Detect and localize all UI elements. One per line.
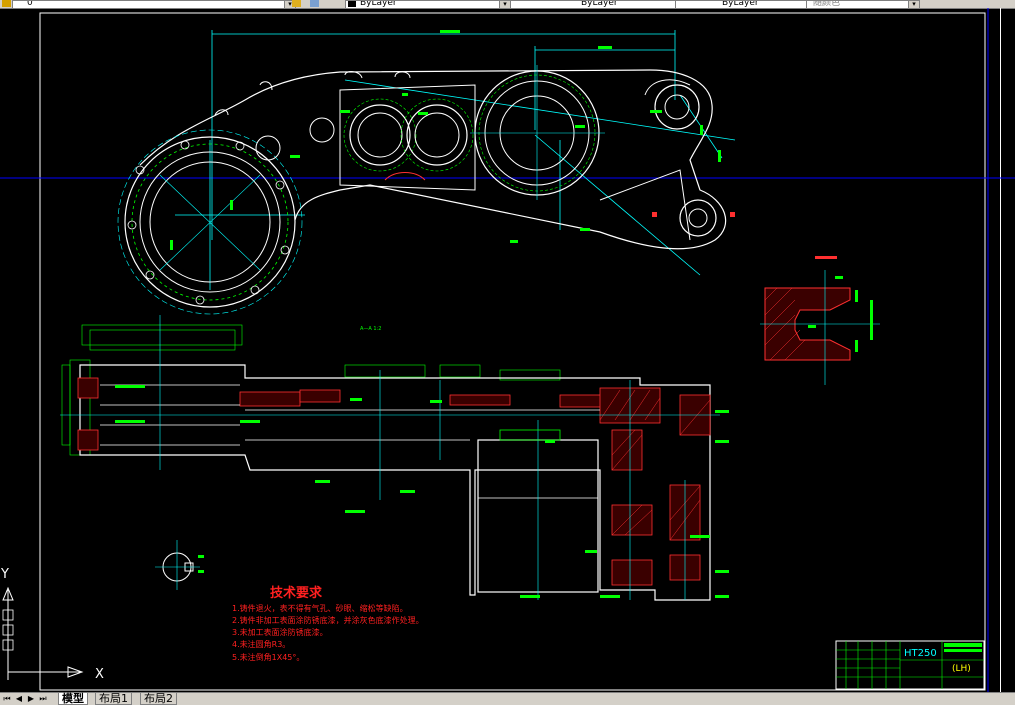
color-swatch-icon — [348, 1, 356, 7]
chevron-down-icon[interactable]: ▾ — [499, 1, 510, 8]
technical-requirements: 技术要求 1.铸件退火，表不得有气孔、砂眼、缩松等缺陷。 2.铸件非加工表面涂防… — [232, 585, 424, 662]
tech-note-4: 4.未注圆角R3。 — [232, 639, 290, 649]
title-block-code: (LH) — [952, 664, 971, 674]
chevron-down-icon[interactable]: ▾ — [908, 1, 919, 8]
first-tab-icon[interactable]: ⏮ — [2, 694, 12, 704]
layer-combo-value: 0 — [27, 0, 33, 8]
tab-model[interactable]: 模型 — [58, 693, 88, 705]
section-view: A—A 1:2 — [60, 315, 729, 601]
prev-tab-icon[interactable]: ◀ — [14, 694, 24, 704]
next-tab-icon[interactable]: ▶ — [26, 694, 36, 704]
color-combo-value: ByLayer — [360, 0, 397, 8]
plan-view — [117, 30, 736, 315]
detail-view — [760, 256, 880, 385]
tech-note-1: 1.铸件退火，表不得有气孔、砂眼、缩松等缺陷。 — [232, 603, 408, 613]
tech-note-2: 2.铸件非加工表面涂防锈底漆，并涂灰色底漆作处理。 — [232, 615, 424, 625]
layer-state-icon[interactable] — [2, 0, 11, 7]
material-label: HT250 — [904, 648, 937, 659]
tech-title: 技术要求 — [270, 585, 323, 601]
model-space-canvas[interactable]: A—A 1:2 技术要求 1.铸件退火，表不得有气孔、砂眼、缩松等缺陷。 2.铸… — [0, 8, 1015, 692]
layer-previous-icon[interactable] — [310, 0, 319, 7]
section-label: A—A 1:2 — [360, 326, 381, 332]
plotstyle-combo-value: 随颜色 — [813, 0, 841, 8]
tech-note-5: 5.未注倒角1X45°。 — [232, 652, 304, 662]
ucs-icon: Y X — [0, 567, 104, 682]
ucs-x-label: X — [95, 667, 104, 682]
viewport-right-edge — [1000, 8, 1001, 692]
lineweight-combo-value: ByLayer — [722, 0, 759, 8]
make-current-layer-icon[interactable] — [292, 0, 301, 7]
linetype-combo-value: ByLayer — [581, 0, 618, 8]
tab-layout1[interactable]: 布局1 — [95, 693, 132, 705]
tab-layout2[interactable]: 布局2 — [140, 693, 177, 705]
title-block: HT250 (LH) — [835, 640, 985, 690]
ucs-y-label: Y — [0, 567, 9, 582]
keyway-detail — [155, 540, 204, 590]
last-tab-icon[interactable]: ⏭ — [38, 694, 48, 704]
tech-note-3: 3.未加工表面涂防锈底漆。 — [232, 627, 328, 637]
layout-tab-bar: ⏮ ◀ ▶ ⏭ 模型 布局1 布局2 — [0, 692, 1015, 705]
